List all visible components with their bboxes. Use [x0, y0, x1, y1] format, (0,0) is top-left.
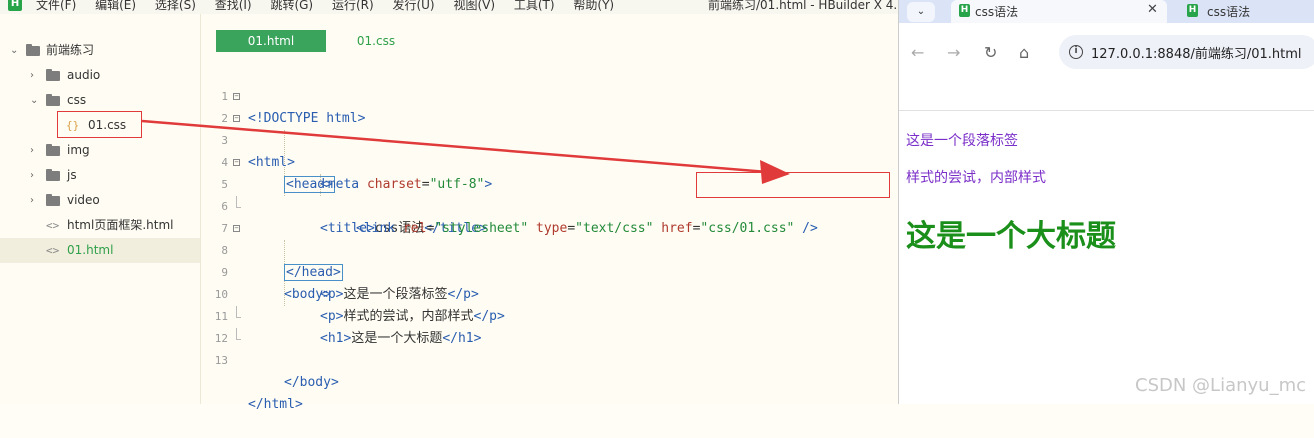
- code-text: </body>: [284, 375, 339, 390]
- code-line: 3 − <head>: [212, 108, 898, 193]
- folder-icon: [46, 194, 60, 206]
- tab-01-css[interactable]: 01.css: [326, 30, 426, 52]
- html-file-icon: <>: [46, 219, 60, 232]
- back-arrow-icon[interactable]: ←: [911, 43, 924, 62]
- watermark: CSDN @Lianyu_mc: [1135, 375, 1306, 396]
- sidebar-item-js[interactable]: › js: [0, 163, 200, 188]
- sidebar-item-label: video: [67, 193, 100, 207]
- browser-toolbar: ← → ↻ ⌂ i 127.0.0.1:8848/前端练习/01.html: [899, 23, 1314, 111]
- fold-toggle-icon[interactable]: −: [233, 225, 240, 232]
- sidebar-item-img[interactable]: › img: [0, 138, 200, 163]
- sidebar-item-label: html页面框架.html: [67, 218, 174, 232]
- code-text: </html>: [248, 397, 303, 412]
- sidebar-item-audio[interactable]: › audio: [0, 63, 200, 88]
- browser-tab-title: css语法: [1207, 5, 1251, 19]
- chevron-down-icon: ⌄: [10, 45, 19, 56]
- hbuilder-favicon-icon: H: [1187, 4, 1198, 17]
- reload-icon[interactable]: ↻: [984, 43, 997, 62]
- sidebar-item-label: 前端练习: [46, 43, 95, 57]
- heading-1: 这是一个大标题: [906, 219, 1116, 254]
- close-tab-icon[interactable]: ✕: [1147, 2, 1158, 17]
- menu-tools[interactable]: 工具(T): [514, 0, 555, 12]
- browser-tab-title: css语法: [975, 5, 1019, 19]
- chevron-right-icon: ›: [30, 170, 34, 181]
- sidebar-item-project[interactable]: ⌄ 前端练习: [0, 38, 200, 63]
- code-line: 9 <p>这是一个段落标签</p>: [212, 240, 898, 302]
- code-line: 8 − <body>: [212, 218, 898, 303]
- code-line: 11 <h1>这是一个大标题</h1>: [212, 284, 898, 346]
- code-line: 13 </html>: [212, 328, 898, 412]
- menu-view[interactable]: 视图(V): [453, 0, 495, 12]
- browser-tab-active[interactable]: H css语法 ✕: [951, 0, 1167, 23]
- sidebar-item-label: img: [67, 143, 90, 157]
- code-line: 4 <meta charset="utf-8">: [212, 130, 898, 192]
- paragraph-1: 这是一个段落标签: [906, 133, 1018, 149]
- annotation-box-css-file: [57, 111, 142, 138]
- sidebar-item-video[interactable]: › video: [0, 188, 200, 213]
- sidebar-item-01-html[interactable]: <> 01.html: [0, 238, 200, 263]
- fold-end-marker: [236, 196, 241, 208]
- menu-run[interactable]: 运行(R): [332, 0, 374, 12]
- window-title: 前端练习/01.html - HBuilder X 4.2: [708, 0, 898, 12]
- editor-window: H 文件(F) 编辑(E) 选择(S) 查找(I) 跳转(G) 运行(R) 发行…: [0, 0, 898, 412]
- fold-end-marker: [236, 306, 241, 318]
- menu-find[interactable]: 查找(I): [215, 0, 252, 12]
- menu-goto[interactable]: 跳转(G): [270, 0, 313, 12]
- chevron-right-icon: ›: [30, 70, 34, 81]
- site-info-icon[interactable]: i: [1069, 45, 1083, 59]
- address-bar[interactable]: i 127.0.0.1:8848/前端练习/01.html: [1059, 35, 1314, 69]
- fold-toggle-icon[interactable]: −: [233, 93, 240, 100]
- code-line: 7 </head>: [212, 196, 898, 281]
- hbuilder-favicon-icon: H: [959, 4, 970, 17]
- fold-toggle-icon[interactable]: −: [233, 115, 240, 122]
- menu-publish[interactable]: 发行(U): [392, 0, 434, 12]
- sidebar-item-css[interactable]: ⌄ css: [0, 88, 200, 113]
- folder-icon: [46, 144, 60, 156]
- url-text: 127.0.0.1:8848/前端练习/01.html: [1091, 47, 1302, 62]
- sidebar-item-label: css: [67, 93, 87, 107]
- code-line: 1 <!DOCTYPE html>: [212, 64, 898, 126]
- code-line: 10 <p>样式的尝试，内部样式</p>: [212, 262, 898, 324]
- menu-bar: H 文件(F) 编辑(E) 选择(S) 查找(I) 跳转(G) 运行(R) 发行…: [0, 0, 898, 14]
- menu-help[interactable]: 帮助(Y): [573, 0, 614, 12]
- code-line: 5 − <title>css语法</title>: [212, 152, 898, 237]
- paragraph-2: 样式的尝试，内部样式: [906, 170, 1046, 186]
- chevron-right-icon: ›: [30, 195, 34, 206]
- chevron-down-icon: ⌄: [30, 95, 39, 106]
- menu-select[interactable]: 选择(S): [155, 0, 196, 12]
- folder-icon: [46, 69, 60, 81]
- sidebar-item-label: audio: [67, 68, 101, 82]
- chevron-right-icon: ›: [30, 145, 34, 156]
- code-line: 12 </body>: [212, 306, 898, 390]
- browser-tab-bar: ⌄ H css语法 ✕ H css语法: [899, 0, 1314, 23]
- folder-icon: [46, 169, 60, 181]
- fold-end-marker: [236, 328, 241, 340]
- hbuilder-logo-icon: H: [8, 0, 22, 11]
- fold-toggle-icon[interactable]: −: [233, 159, 240, 166]
- project-sidebar: ⌄ 前端练习 › audio ⌄ css {} 01.css › img › j…: [0, 14, 201, 404]
- sidebar-item-html-frame[interactable]: <> html页面框架.html: [0, 213, 200, 238]
- forward-arrow-icon[interactable]: →: [947, 43, 960, 62]
- tab-01-html[interactable]: 01.html: [216, 30, 326, 52]
- code-line: 2 − <html>: [212, 86, 898, 171]
- sidebar-item-label: 01.html: [67, 243, 114, 257]
- home-icon[interactable]: ⌂: [1019, 43, 1029, 62]
- html-file-icon: <>: [46, 244, 60, 257]
- tab-search-dropdown-icon[interactable]: ⌄: [907, 2, 935, 22]
- browser-window: ⌄ H css语法 ✕ H css语法 ← → ↻ ⌂ i 127.0.0.1:…: [898, 0, 1314, 404]
- line-number: 13: [214, 354, 228, 367]
- folder-icon: [26, 44, 40, 56]
- menu-file[interactable]: 文件(F): [36, 0, 76, 12]
- menu-edit[interactable]: 编辑(E): [95, 0, 136, 12]
- sidebar-item-label: js: [67, 168, 77, 182]
- folder-open-icon: [46, 94, 60, 106]
- annotation-box-href: [696, 172, 890, 198]
